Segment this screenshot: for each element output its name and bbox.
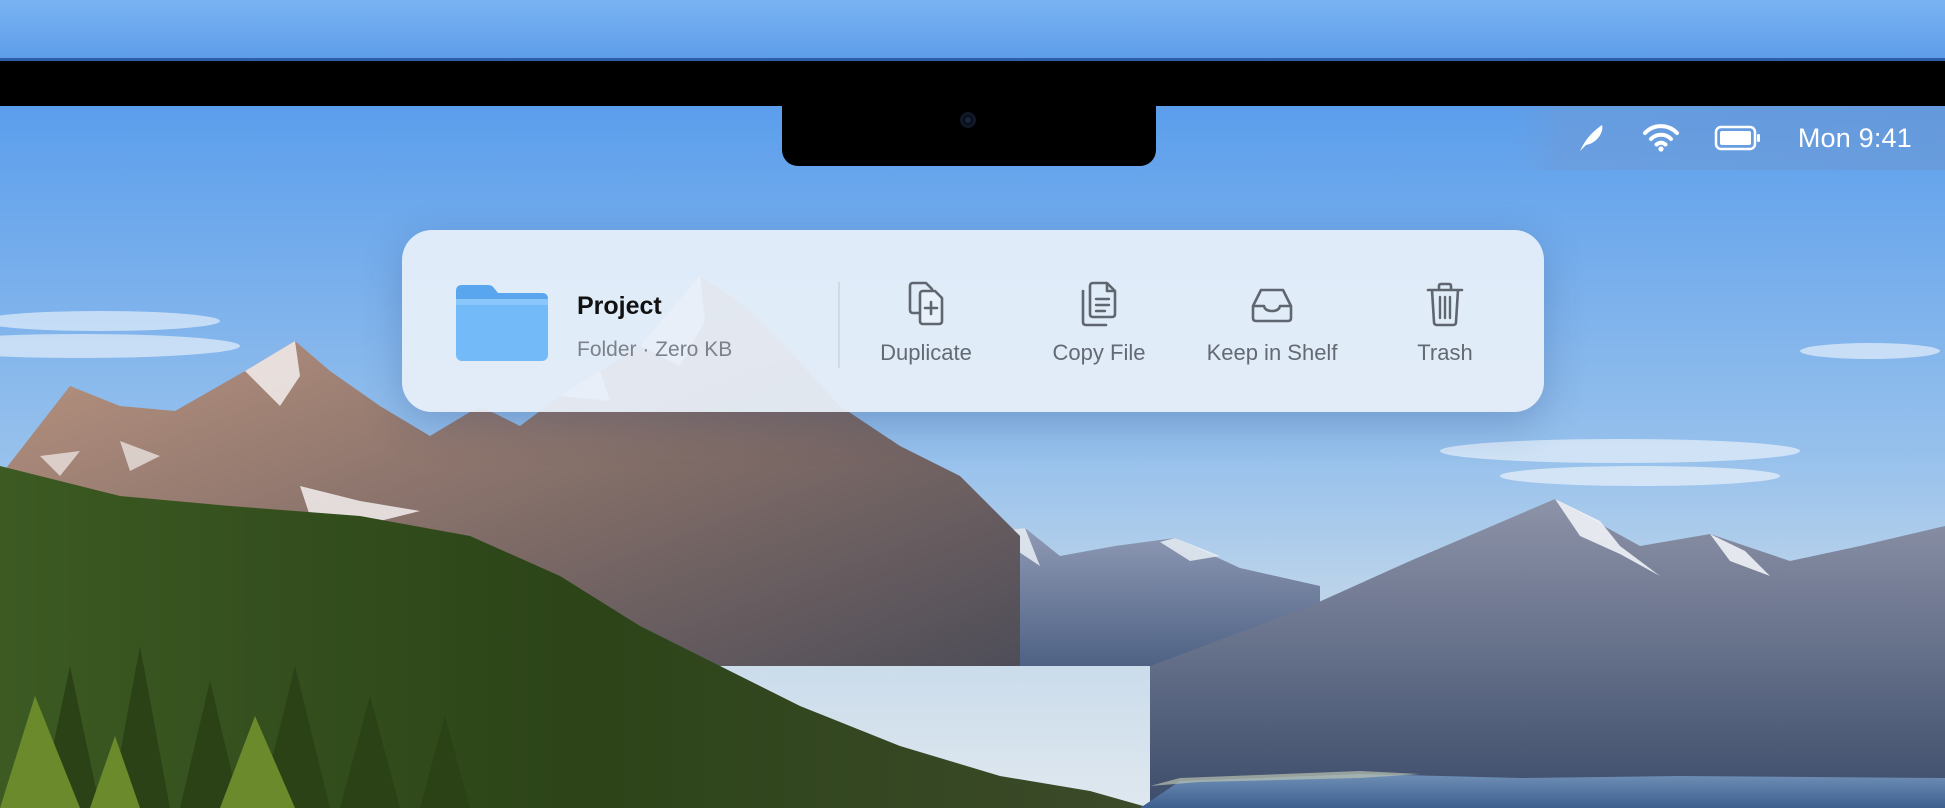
camera-icon [960,112,976,128]
keep-in-shelf-label: Keep in Shelf [1206,340,1338,365]
duplicate-icon [908,281,944,326]
trash-label: Trash [1417,340,1473,365]
keep-in-shelf-button[interactable]: Keep in Shelf [1187,280,1357,366]
mountain-wallpaper [0,106,1945,808]
menu-bar: Mon 9:41 [1510,106,1945,170]
desktop-background-strip [0,0,1945,58]
copy-file-button[interactable]: Copy File [1014,280,1184,366]
desktop-screen [0,106,1945,808]
wifi-icon[interactable] [1642,123,1680,153]
camera-notch [782,104,1156,166]
copy-file-icon [1081,281,1117,327]
divider [838,282,840,368]
folder-icon[interactable] [452,281,552,363]
file-actions-panel: Project Folder · Zero KB Duplicate Copy … [402,230,1544,412]
duplicate-label: Duplicate [880,340,972,365]
tray-icon [1251,288,1293,323]
trash-button[interactable]: Trash [1360,280,1530,366]
file-meta: Folder · Zero KB [577,338,733,361]
duplicate-button[interactable]: Duplicate [841,280,1011,366]
trash-icon [1426,282,1464,327]
copy-file-label: Copy File [1052,340,1146,365]
feather-icon[interactable] [1574,121,1608,155]
file-name: Project [577,292,662,320]
laptop-bezel [0,58,1945,106]
battery-icon[interactable] [1714,124,1762,152]
menubar-clock[interactable]: Mon 9:41 [1798,123,1912,154]
